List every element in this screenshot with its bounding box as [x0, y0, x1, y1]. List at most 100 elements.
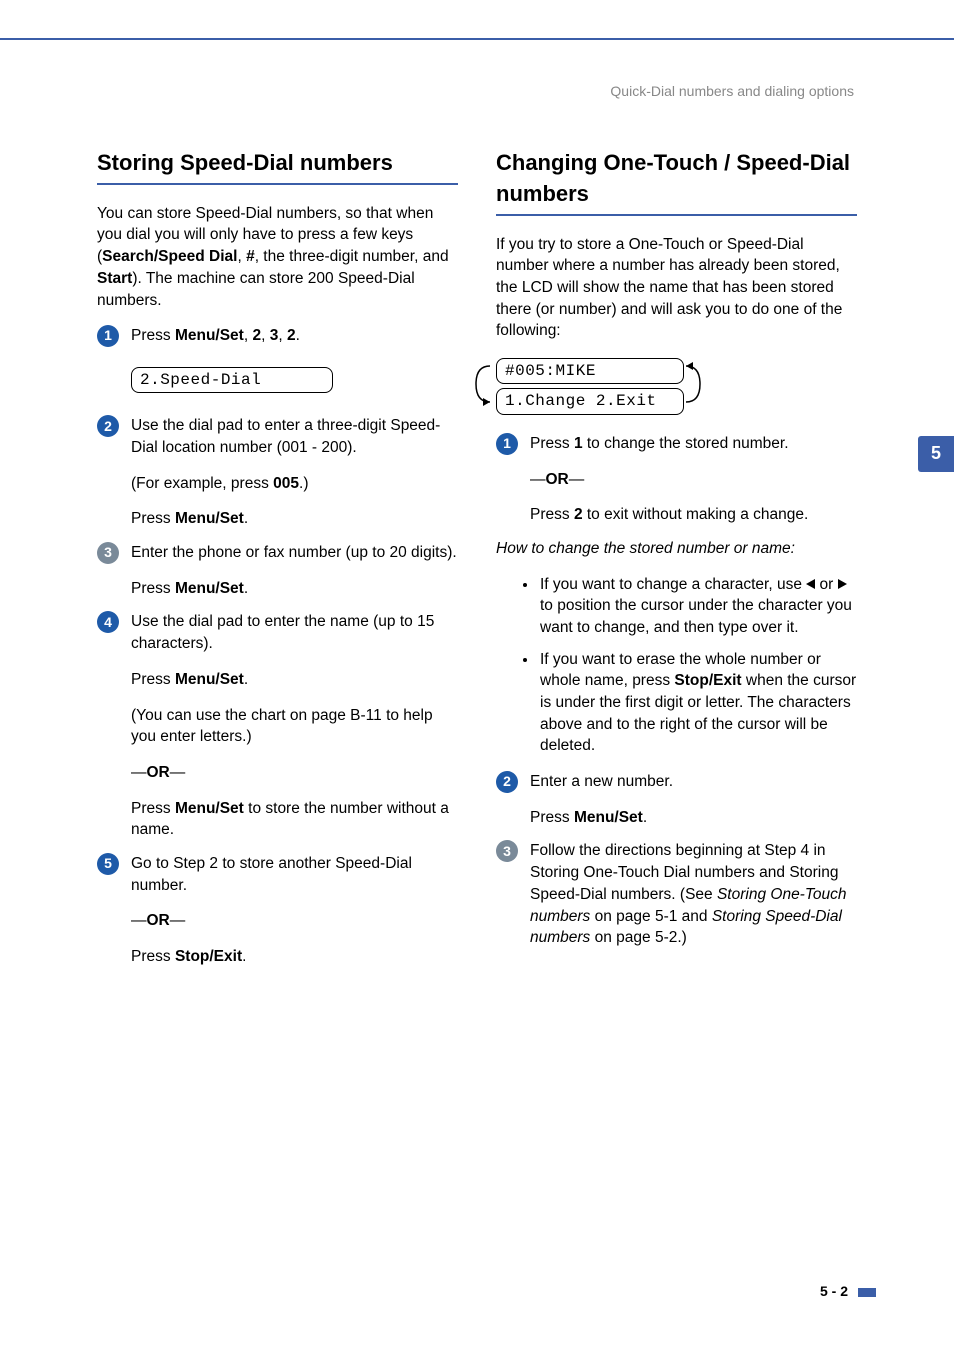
t: Press Menu/Set.	[131, 578, 458, 600]
t: Enter a new number.	[530, 771, 857, 793]
t: OR	[147, 764, 170, 781]
t: Press 1 to change the stored number.	[530, 433, 857, 455]
t: —	[170, 764, 186, 781]
t: 2	[252, 327, 261, 344]
t: Start	[97, 270, 132, 287]
t: Press Menu/Set to store the number witho…	[131, 798, 458, 841]
step-body: Use the dial pad to enter the name (up t…	[131, 611, 458, 841]
section-tab: 5	[918, 436, 954, 472]
left-column: Storing Speed-Dial numbers You can store…	[97, 148, 458, 980]
top-rule	[0, 38, 954, 40]
step-body: Enter a new number. Press Menu/Set.	[530, 771, 857, 828]
t: (You can use the chart on page B-11 to h…	[131, 705, 458, 748]
left-step-1: 1 Press Menu/Set, 2, 3, 2. 2.Speed-Dial	[97, 325, 458, 403]
content: Storing Speed-Dial numbers You can store…	[97, 148, 857, 980]
t: on page 5-2.)	[590, 929, 687, 946]
t: Press	[131, 671, 175, 688]
t: .	[643, 809, 647, 826]
t: or	[815, 576, 837, 593]
t: on page 5-1 and	[590, 908, 712, 925]
t: .	[244, 580, 248, 597]
right-step-1: 1 Press 1 to change the stored number. —…	[496, 433, 857, 526]
t: Stop/Exit	[674, 672, 741, 689]
lcd-speed-dial: 2.Speed-Dial	[131, 367, 333, 393]
page-footer: 5 - 2	[820, 1282, 876, 1302]
t: .)	[299, 475, 308, 492]
page-number: 5 - 2	[820, 1282, 848, 1302]
t: —	[170, 912, 186, 929]
t: Menu/Set	[175, 800, 244, 817]
arrow-right-icon	[838, 579, 847, 589]
tip-1: If you want to change a character, use o…	[538, 574, 857, 639]
step-badge-3: 3	[97, 542, 119, 564]
t: Press Stop/Exit.	[131, 946, 458, 968]
t: Enter the phone or fax number (up to 20 …	[131, 542, 458, 564]
heading-rule	[496, 214, 857, 216]
t: OR	[147, 912, 170, 929]
left-title: Storing Speed-Dial numbers	[97, 148, 458, 179]
tips-list: If you want to change a character, use o…	[496, 574, 857, 758]
left-step-2: 2 Use the dial pad to enter a three-digi…	[97, 415, 458, 530]
t: —	[530, 471, 546, 488]
t: to exit without making a change.	[583, 506, 809, 523]
step-badge-2: 2	[97, 415, 119, 437]
t: Follow the directions beginning at Step …	[530, 840, 857, 948]
t: #	[246, 248, 255, 265]
step-badge-2: 2	[496, 771, 518, 793]
step-body: Go to Step 2 to store another Speed-Dial…	[131, 853, 458, 968]
t: Press	[131, 800, 175, 817]
heading-rule	[97, 183, 458, 185]
running-header: Quick-Dial numbers and dialing options	[610, 82, 854, 102]
t: , the three-digit number, and	[255, 248, 449, 265]
t: (For example, press 005.)	[131, 473, 458, 495]
t: Press	[131, 327, 175, 344]
t: .	[242, 948, 246, 965]
t: —OR—	[530, 469, 857, 491]
t: Press	[131, 948, 175, 965]
t: Menu/Set	[175, 580, 244, 597]
t: ). The machine can store 200 Speed-Dial …	[97, 270, 415, 309]
step-body: Follow the directions beginning at Step …	[530, 840, 857, 948]
t: Press Menu/Set.	[530, 807, 857, 829]
t: Use the dial pad to enter a three-digit …	[131, 415, 458, 458]
step-body: Press 1 to change the stored number. —OR…	[530, 433, 857, 526]
t: Press	[131, 510, 175, 527]
step-badge-3: 3	[496, 840, 518, 862]
t: If you want to change a character, use	[540, 576, 806, 593]
t: Search/Speed Dial	[102, 248, 237, 265]
t: Press 2 to exit without making a change.	[530, 504, 857, 526]
right-step-2: 2 Enter a new number. Press Menu/Set.	[496, 771, 857, 828]
step-badge-1: 1	[97, 325, 119, 347]
t: —OR—	[131, 762, 458, 784]
t: Press	[131, 580, 175, 597]
t: to position the cursor under the charact…	[540, 597, 852, 636]
step-body: Enter the phone or fax number (up to 20 …	[131, 542, 458, 599]
step-badge-5: 5	[97, 853, 119, 875]
t: —	[569, 471, 585, 488]
t: Menu/Set	[175, 510, 244, 527]
t: Go to Step 2 to store another Speed-Dial…	[131, 853, 458, 896]
lcd-cycle: #005:MIKE 1.Change 2.Exit	[496, 358, 684, 419]
t: Press Menu/Set.	[131, 669, 458, 691]
t: —	[131, 912, 147, 929]
t: Press Menu/Set, 2, 3, 2.	[131, 325, 458, 347]
t: 1	[574, 435, 583, 452]
step-body: Press Menu/Set, 2, 3, 2. 2.Speed-Dial	[131, 325, 458, 403]
t: ,	[237, 248, 246, 265]
t: Menu/Set	[574, 809, 643, 826]
t: ,	[278, 327, 287, 344]
t: —OR—	[131, 910, 458, 932]
right-column: Changing One-Touch / Speed-Dial numbers …	[496, 148, 857, 980]
left-step-4: 4 Use the dial pad to enter the name (up…	[97, 611, 458, 841]
left-step-3: 3 Enter the phone or fax number (up to 2…	[97, 542, 458, 599]
cycle-arrows-icon	[470, 356, 706, 412]
t: to change the stored number.	[583, 435, 789, 452]
t: 2	[574, 506, 583, 523]
t: Press Menu/Set.	[131, 508, 458, 530]
t: Press	[530, 506, 574, 523]
t: Stop/Exit	[175, 948, 242, 965]
t: OR	[546, 471, 569, 488]
right-title: Changing One-Touch / Speed-Dial numbers	[496, 148, 857, 210]
step-badge-4: 4	[97, 611, 119, 633]
t: Menu/Set	[175, 671, 244, 688]
